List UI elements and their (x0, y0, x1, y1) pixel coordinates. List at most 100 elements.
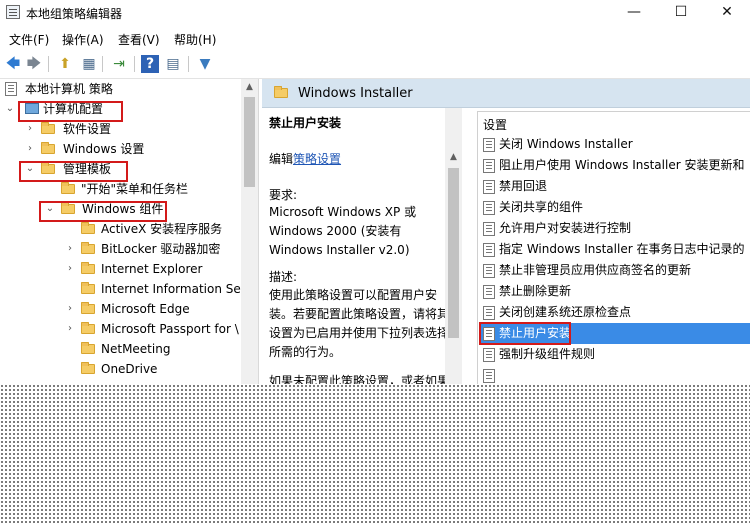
description-more: 如果未配置此策略设置，或者如果 (269, 374, 450, 384)
folder-icon (81, 362, 95, 374)
chevron-right-icon[interactable]: › (64, 299, 76, 319)
list-item-label: 关闭共享的组件 (499, 200, 584, 214)
edit-line: 编辑策略设置 (269, 150, 457, 169)
list-item[interactable]: 允许用户对安装进行控制 (479, 218, 750, 239)
menu-bar: 文件(F) 操作(A) 查看(V) 帮助(H) (0, 28, 750, 48)
tree-label: 本地计算机 策略 (25, 82, 113, 96)
folder-icon (81, 222, 95, 234)
description-text: 使用此策略设置可以配置用户安装。若要配置此策略设置，请将其设置为已启用并使用下拉… (269, 288, 450, 359)
highlight-box (39, 201, 167, 222)
policy-setting-icon (483, 369, 495, 383)
toolbar-separator (102, 56, 103, 72)
column-header-setting[interactable]: 设置 (483, 116, 507, 133)
forward-arrow-icon[interactable]: 🡆 (25, 55, 43, 73)
folder-icon (81, 282, 95, 294)
tree-label: Microsoft Edge (101, 302, 190, 316)
list-item[interactable]: 阻止用户使用 Windows Installer 安装更新和 (479, 155, 750, 176)
tree-label: Windows 设置 (63, 142, 145, 156)
description-panel: 禁止用户安装 编辑策略设置 要求: Microsoft Windows XP 或… (262, 108, 462, 384)
tree-pane: 本地计算机 策略 ⌄ 计算机配置 › 软件设置 › Windows 设置 ⌄ 管… (0, 79, 259, 384)
policy-setting-icon (483, 159, 495, 173)
folder-icon (81, 262, 95, 274)
details-header: Windows Installer (262, 79, 750, 108)
requirements-text: Microsoft Windows XP 或 Windows 2000 (安装有… (269, 205, 417, 257)
policy-setting-icon (483, 243, 495, 257)
scroll-up-icon[interactable]: ▲ (445, 149, 462, 166)
tree-label: Internet Information Ser (101, 282, 246, 296)
toolbar-separator (48, 56, 49, 72)
highlight-box (18, 101, 123, 122)
menu-view[interactable]: 查看(V) (118, 31, 160, 48)
list-item[interactable]: 禁止删除更新 (479, 281, 750, 302)
tree-label: BitLocker 驱动器加密 (101, 242, 221, 256)
highlight-box (19, 161, 128, 182)
tree-label: ActiveX 安装程序服务 (101, 222, 223, 236)
policy-setting-icon (483, 222, 495, 236)
chevron-right-icon[interactable]: › (64, 319, 76, 339)
maximize-button[interactable]: ☐ (658, 0, 704, 26)
scroll-up-icon[interactable]: ▲ (241, 79, 258, 96)
scroll-thumb[interactable] (244, 97, 255, 187)
filter-icon[interactable]: ▼ (196, 55, 214, 73)
edit-policy-link[interactable]: 策略设置 (293, 152, 341, 166)
folder-icon (274, 86, 288, 98)
properties-icon[interactable]: ▤ (164, 55, 182, 73)
tree-label: Internet Explorer (101, 262, 203, 276)
window-title: 本地组策略编辑器 (26, 7, 123, 21)
menu-file[interactable]: 文件(F) (9, 31, 49, 48)
list-item-label: 禁用回退 (499, 179, 548, 193)
close-button[interactable]: ✕ (704, 0, 750, 26)
app-icon (6, 5, 20, 19)
tree-label: "开始"菜单和任务栏 (81, 182, 189, 196)
folder-icon (61, 182, 75, 194)
chevron-down-icon[interactable]: ⌄ (4, 99, 16, 119)
highlight-box (479, 322, 571, 345)
edit-prefix: 编辑 (269, 152, 294, 166)
up-folder-icon[interactable]: ⬆ (56, 55, 74, 73)
chevron-right-icon[interactable]: › (24, 119, 36, 139)
policy-setting-icon (483, 138, 495, 152)
back-arrow-icon[interactable]: 🡄 (4, 55, 22, 73)
menu-action[interactable]: 操作(A) (62, 31, 104, 48)
tree-label: 软件设置 (63, 122, 112, 136)
toolbar-separator (134, 56, 135, 72)
list-item[interactable]: 禁用回退 (479, 176, 750, 197)
chevron-right-icon[interactable]: › (64, 259, 76, 279)
settings-list: 设置 关闭 Windows Installer 阻止用户使用 Windows I… (477, 111, 750, 384)
list-item-label: 禁止非管理员应用供应商签名的更新 (499, 263, 692, 277)
tree-scrollbar[interactable]: ▲ (241, 79, 258, 384)
menu-help[interactable]: 帮助(H) (174, 31, 216, 48)
policy-setting-icon (483, 201, 495, 215)
policy-icon (5, 82, 17, 96)
list-item-label: 关闭 Windows Installer (499, 137, 633, 151)
export-list-icon[interactable]: ⇥ (110, 55, 128, 73)
list-item[interactable]: 强制升级组件规则 (479, 344, 750, 365)
policy-setting-icon (483, 348, 495, 362)
folder-icon (81, 242, 95, 254)
list-item-label: 禁止删除更新 (499, 284, 572, 298)
show-hide-tree-icon[interactable]: ▦ (80, 55, 98, 73)
policy-setting-icon (483, 306, 495, 320)
tree-label: OneDrive (101, 362, 158, 376)
chevron-right-icon[interactable]: › (24, 139, 36, 159)
folder-icon (81, 302, 95, 314)
setting-title: 禁止用户安装 (269, 116, 342, 130)
folder-icon (81, 342, 95, 354)
scroll-thumb[interactable] (448, 168, 459, 338)
list-item[interactable]: 关闭共享的组件 (479, 197, 750, 218)
list-item[interactable]: 关闭 Windows Installer (479, 134, 750, 155)
list-item[interactable]: 禁止非管理员应用供应商签名的更新 (479, 260, 750, 281)
policy-setting-icon (483, 285, 495, 299)
gpedit-window: 本地组策略编辑器 — ☐ ✕ 文件(F) 操作(A) 查看(V) 帮助(H) 🡄… (0, 0, 750, 384)
details-header-title: Windows Installer (298, 86, 413, 101)
chevron-right-icon[interactable]: › (64, 239, 76, 259)
list-item[interactable]: 指定 Windows Installer 在事务日志中记录的 (479, 239, 750, 260)
description-scrollbar[interactable]: ▲ (445, 108, 462, 384)
list-item[interactable] (479, 365, 750, 384)
tree-label: Microsoft Passport for \ (101, 322, 239, 336)
list-item[interactable]: 关闭创建系统还原检查点 (479, 302, 750, 323)
help-icon[interactable]: ? (141, 55, 159, 73)
description-label: 描述: (269, 270, 298, 284)
folder-icon (41, 142, 55, 154)
minimize-button[interactable]: — (611, 0, 657, 26)
